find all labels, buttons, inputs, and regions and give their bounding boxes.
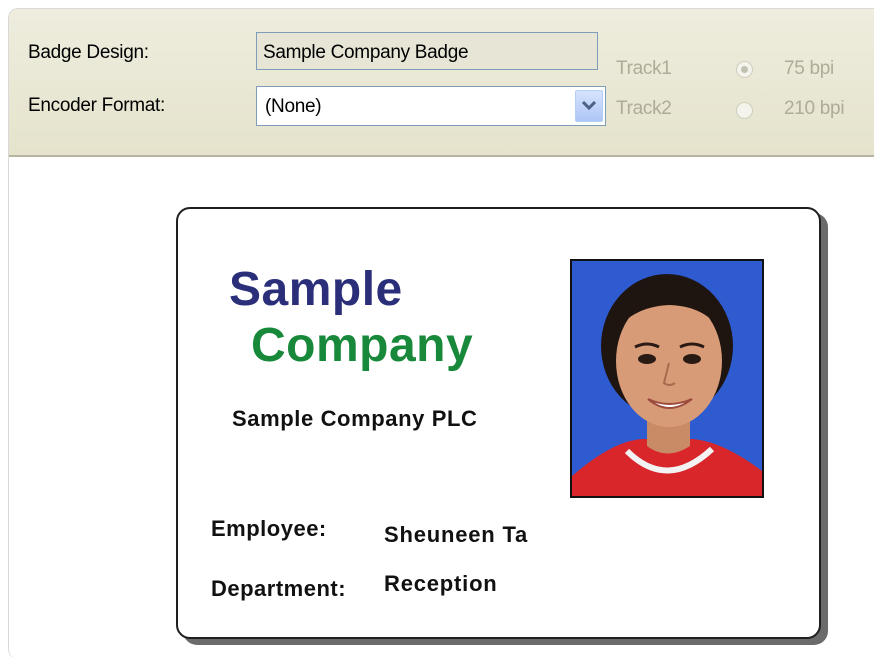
person-portrait-icon xyxy=(572,261,762,496)
dropdown-arrow-button[interactable] xyxy=(575,90,603,122)
chevron-down-icon xyxy=(582,101,596,111)
badge-settings-toolbar: Badge Design: Sample Company Badge Encod… xyxy=(9,9,874,157)
bpi-75-radio[interactable] xyxy=(736,61,753,78)
employee-photo xyxy=(570,259,764,498)
encoder-format-dropdown[interactable]: (None) xyxy=(256,86,606,126)
track2-label: Track2 xyxy=(616,98,672,119)
encoder-format-label: Encoder Format: xyxy=(28,95,165,116)
employee-name: Sheuneen Ta xyxy=(384,522,529,547)
track1-label: Track1 xyxy=(616,58,672,79)
bpi-210-radio[interactable] xyxy=(736,102,753,119)
company-logo-line1: Sample xyxy=(229,263,403,316)
bpi-210-label: 210 bpi xyxy=(784,98,845,119)
encoder-format-selected: (None) xyxy=(265,96,322,117)
department-label: Department: xyxy=(211,576,347,601)
company-logo-line2: Company xyxy=(251,319,474,372)
company-name-text: Sample Company PLC xyxy=(232,406,478,431)
bpi-75-label: 75 bpi xyxy=(784,58,834,79)
employee-label: Employee: xyxy=(211,516,327,541)
badge-design-label: Badge Design: xyxy=(28,42,149,63)
badge-design-field: Sample Company Badge xyxy=(256,32,598,70)
department-value: Reception xyxy=(384,571,498,596)
radio-selected-dot xyxy=(741,66,748,73)
id-badge-card: Sample Company Sample Company PLC Employ… xyxy=(176,207,821,639)
